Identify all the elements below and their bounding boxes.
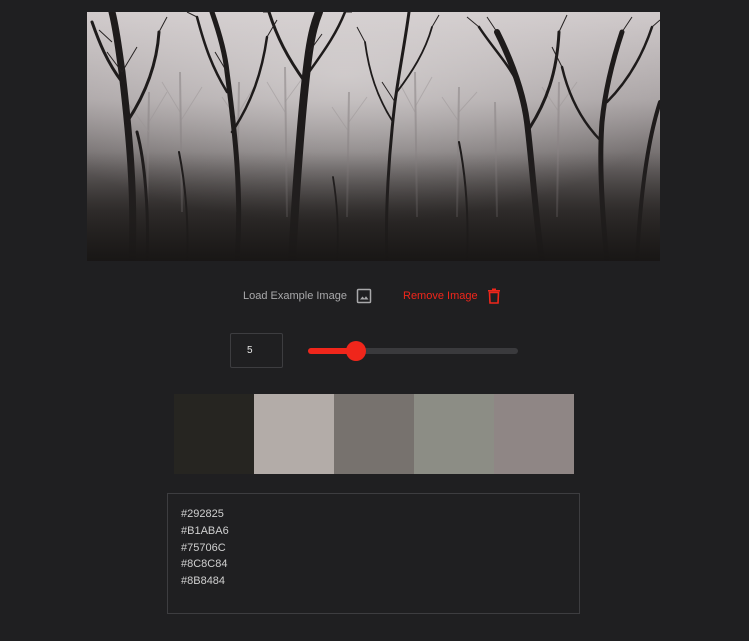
color-swatch[interactable]: [494, 394, 574, 474]
color-swatch[interactable]: [254, 394, 334, 474]
hex-code-line: #75706C: [181, 541, 226, 554]
color-count-input[interactable]: [230, 333, 283, 368]
hex-code-line: #292825: [181, 508, 224, 520]
slider-thumb[interactable]: [346, 341, 367, 361]
color-count-slider[interactable]: [308, 341, 518, 361]
hex-code-line: #B1ABA6: [181, 524, 229, 537]
remove-image-label: Remove Image: [403, 290, 478, 302]
foggy-forest-image: [87, 12, 660, 261]
color-swatch[interactable]: [334, 394, 414, 474]
color-swatch[interactable]: [414, 394, 494, 474]
load-example-image-label: Load Example Image: [243, 290, 347, 302]
hex-codes-output[interactable]: #292825 #B1ABA6 #75706C #8C8C84 #8B8484: [167, 493, 580, 614]
image-icon: [356, 288, 372, 304]
trash-icon: [487, 288, 500, 304]
remove-image-button[interactable]: Remove Image: [403, 286, 501, 306]
hex-code-line: #8C8C84: [181, 558, 228, 571]
image-preview: [87, 12, 660, 261]
palette-extractor-page: Load Example Image Remove Image #292825#…: [0, 0, 749, 641]
hex-code-line: #8B8484: [181, 575, 226, 588]
image-actions: Load Example Image Remove Image: [0, 286, 749, 306]
palette-swatches: [174, 394, 574, 474]
load-example-image-button[interactable]: Load Example Image: [243, 286, 372, 306]
color-swatch[interactable]: [174, 394, 254, 474]
